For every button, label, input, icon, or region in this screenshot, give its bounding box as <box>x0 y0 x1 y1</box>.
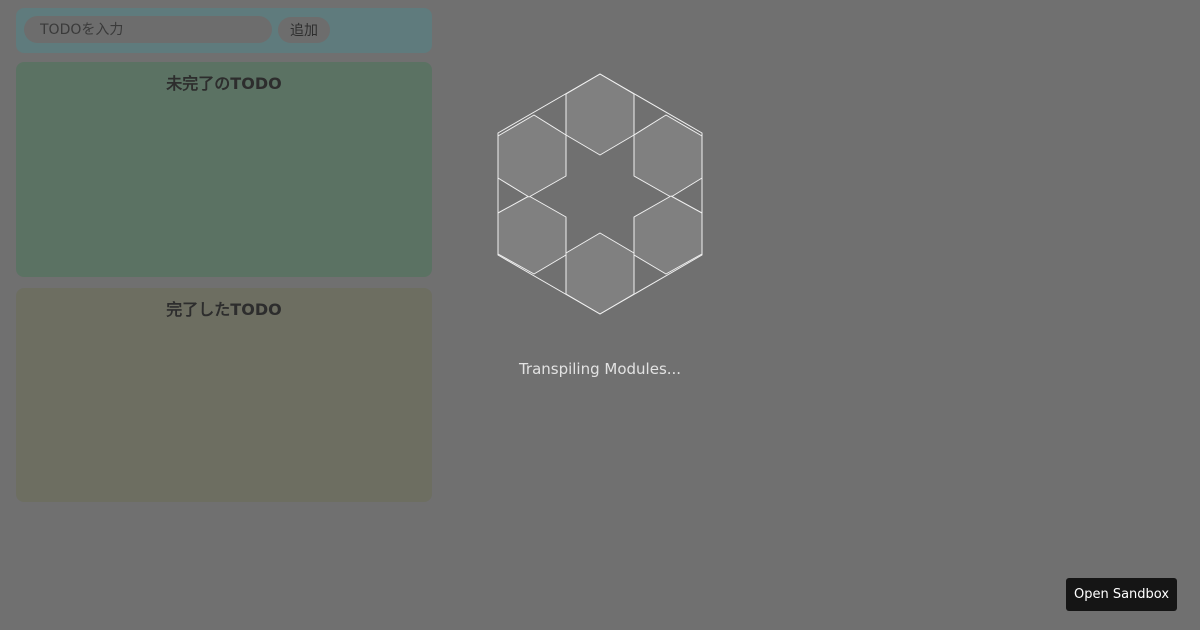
codesandbox-hexagon-loader-icon <box>497 73 703 315</box>
incomplete-todo-panel: 未完了のTODO <box>16 62 432 277</box>
todo-input-area: 追加 <box>16 8 432 53</box>
loader-cell-top <box>565 73 635 156</box>
loader-cell-lower-right <box>633 195 703 275</box>
complete-todo-title: 完了したTODO <box>166 300 282 319</box>
loader-cell-bottom <box>565 232 635 315</box>
loading-status-text: Transpiling Modules... <box>518 360 682 378</box>
app-root: 追加 未完了のTODO 完了したTODO <box>0 0 1200 630</box>
add-button[interactable]: 追加 <box>278 17 330 43</box>
incomplete-todo-title: 未完了のTODO <box>166 74 282 93</box>
complete-todo-panel: 完了したTODO <box>16 288 432 502</box>
todo-input[interactable] <box>24 16 272 43</box>
open-sandbox-button[interactable]: Open Sandbox <box>1066 578 1177 611</box>
loader-cell-lower-left <box>497 195 567 275</box>
